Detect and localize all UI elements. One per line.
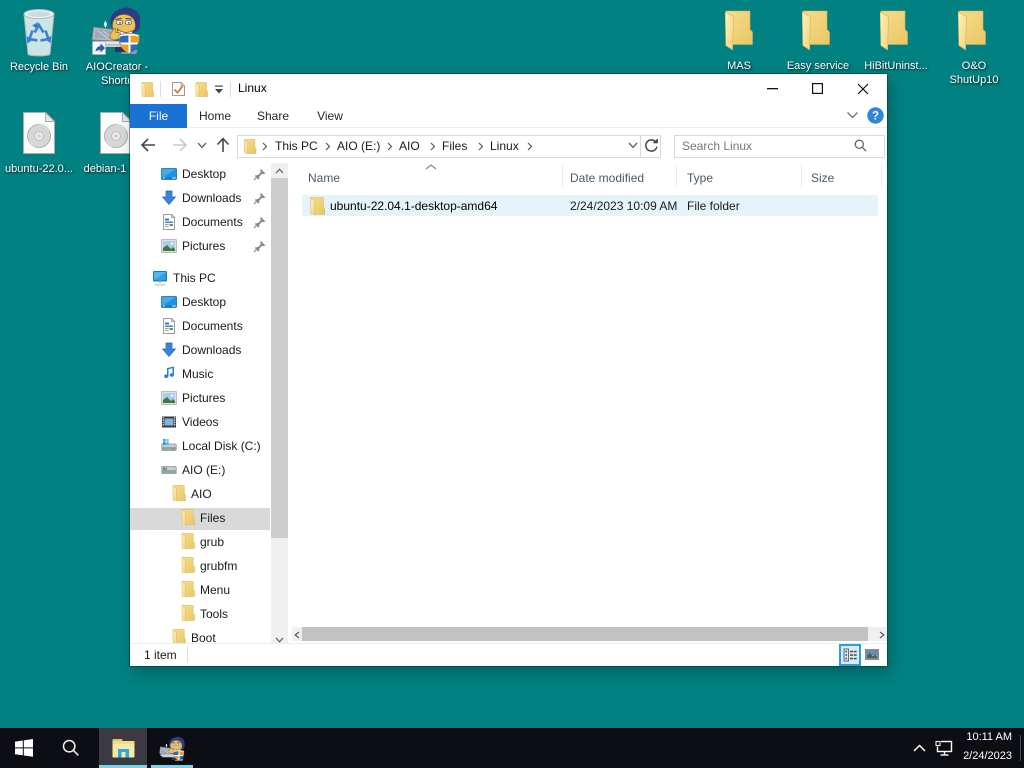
svg-text:?: ? [872,111,879,123]
